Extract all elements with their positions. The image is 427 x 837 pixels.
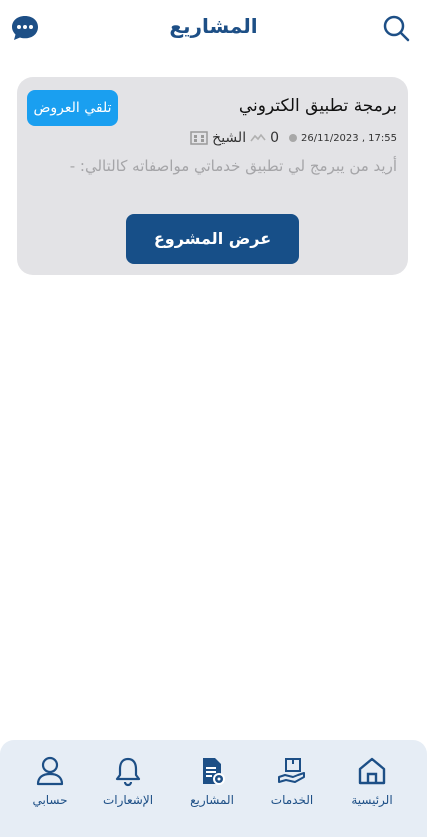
services-icon [278, 758, 305, 783]
project-location: الشيخ [212, 130, 247, 146]
user-icon [36, 756, 64, 786]
nav-label-account: حسابي [32, 793, 68, 807]
clock-icon [289, 134, 297, 142]
nav-item-account[interactable]: حسابي [10, 740, 90, 820]
project-views: 0 [270, 130, 279, 146]
page-title: المشاريع [169, 14, 258, 38]
bell-icon [115, 757, 141, 787]
nav-item-services[interactable]: الخدمات [252, 740, 332, 820]
building-icon [190, 131, 208, 145]
nav-label-services: الخدمات [270, 793, 314, 807]
project-description: أريد من يبرمج لي تطبيق خدماتي مواصفاته ك… [69, 157, 397, 175]
status-badge: تلقي العروض [27, 90, 118, 126]
nav-item-notifications[interactable]: الإشعارات [88, 740, 168, 820]
search-button[interactable] [381, 13, 411, 43]
nav-label-projects: المشاريع [190, 793, 234, 807]
nav-item-home[interactable]: الرئيسية [332, 740, 412, 820]
project-meta: الشيخ 0 26/11/2023 , 17:55 [190, 129, 397, 147]
bottom-nav: الرئيسية الخدمات المشاريع الإشعارات حساب… [0, 740, 427, 837]
nav-label-notifications: الإشعارات [102, 793, 154, 807]
projects-icon [203, 758, 225, 785]
app-header: المشاريع [0, 0, 427, 60]
project-datetime: 26/11/2023 , 17:55 [301, 132, 397, 144]
nav-label-home: الرئيسية [351, 793, 393, 807]
views-icon [250, 133, 266, 142]
nav-item-projects[interactable]: المشاريع [172, 740, 252, 820]
search-icon [383, 15, 410, 42]
view-project-button[interactable]: عرض المشروع [126, 214, 299, 264]
project-title: برمجة تطبيق الكتروني [238, 96, 397, 116]
home-icon [358, 757, 386, 785]
